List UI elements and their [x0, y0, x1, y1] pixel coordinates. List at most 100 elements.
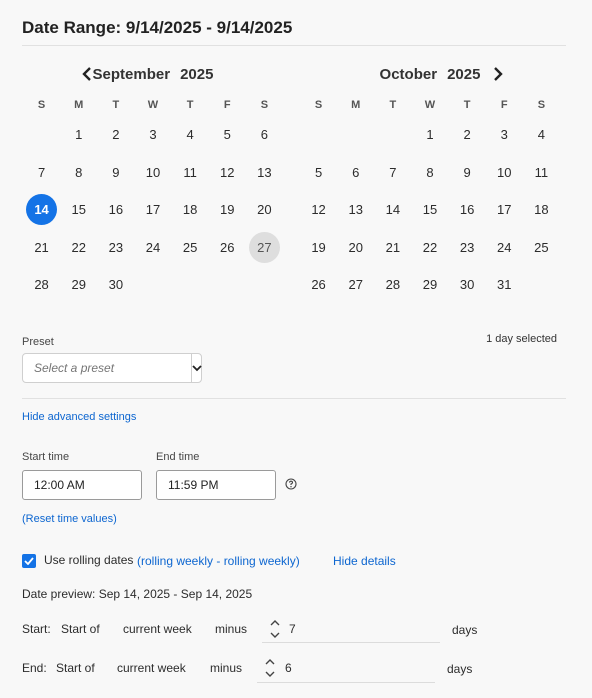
day-cell[interactable]: 7 [23, 154, 60, 192]
day-cell[interactable]: 29 [411, 266, 448, 304]
start-amount-stepper[interactable] [269, 618, 281, 640]
day-cell[interactable]: 14 [23, 191, 60, 229]
day-cell[interactable]: 26 [209, 229, 246, 267]
end-amount-input[interactable]: 6 [285, 661, 292, 675]
day-cell[interactable]: 20 [246, 191, 283, 229]
day-cell[interactable]: 1 [60, 116, 97, 154]
day-number: 2 [112, 127, 120, 143]
day-number: 22 [422, 239, 438, 255]
start-amount-input[interactable]: 7 [289, 622, 296, 636]
day-cell[interactable]: 16 [449, 191, 486, 229]
day-cell[interactable]: 18 [523, 191, 560, 229]
day-cell[interactable]: 29 [60, 266, 97, 304]
end-time-field[interactable]: 11:59 PM [156, 470, 276, 500]
end-operator-select[interactable]: minus [210, 661, 242, 675]
day-cell[interactable]: 22 [60, 229, 97, 267]
day-cell[interactable]: 13 [246, 154, 283, 192]
day-cell[interactable]: 30 [449, 266, 486, 304]
day-cell[interactable]: 24 [486, 229, 523, 267]
day-cell[interactable]: 6 [246, 116, 283, 154]
help-icon[interactable] [285, 478, 297, 490]
weekday-label: T [112, 99, 120, 111]
day-cell[interactable]: 5 [209, 116, 246, 154]
empty-day-cell [209, 266, 246, 304]
day-cell[interactable]: 9 [449, 154, 486, 192]
month-name: October [379, 65, 438, 83]
day-cell[interactable]: 23 [97, 229, 134, 267]
day-cell[interactable]: 9 [97, 154, 134, 192]
day-number: 20 [257, 202, 272, 218]
weekday-label: T [389, 99, 397, 111]
day-number: 29 [71, 277, 86, 293]
day-cell[interactable]: 4 [523, 116, 560, 154]
weekday-label: S [37, 99, 46, 111]
day-cell[interactable]: 1 [411, 116, 448, 154]
end-anchor-select[interactable]: Start of [56, 661, 95, 675]
weekday-label: T [463, 99, 471, 111]
day-cell[interactable]: 19 [209, 191, 246, 229]
start-time-field[interactable]: 12:00 AM [22, 470, 142, 500]
day-cell[interactable]: 10 [134, 154, 171, 192]
day-cell[interactable]: 24 [134, 229, 171, 267]
reset-time-values-link[interactable]: (Reset time values) [22, 513, 117, 525]
start-period-select[interactable]: current week [123, 622, 192, 636]
day-cell[interactable]: 14 [374, 191, 411, 229]
hide-details-link[interactable]: Hide details [333, 554, 396, 568]
day-cell[interactable]: 21 [374, 229, 411, 267]
day-cell[interactable]: 7 [374, 154, 411, 192]
day-cell[interactable]: 8 [411, 154, 448, 192]
day-cell[interactable]: 18 [172, 191, 209, 229]
day-number [26, 119, 57, 150]
preset-label: Preset [22, 336, 54, 348]
start-anchor-select[interactable]: Start of [61, 622, 100, 636]
rolling-summary-link[interactable]: (rolling weekly - rolling weekly) [137, 554, 300, 568]
day-cell[interactable]: 13 [337, 191, 374, 229]
day-cell[interactable]: 2 [97, 116, 134, 154]
hide-advanced-settings-link[interactable]: Hide advanced settings [22, 411, 136, 423]
start-amount-underline [262, 642, 440, 643]
day-cell[interactable]: 22 [411, 229, 448, 267]
day-number: 1 [426, 127, 434, 143]
empty-day-cell [134, 266, 171, 304]
end-period-select[interactable]: current week [117, 661, 186, 675]
day-cell[interactable]: 2 [449, 116, 486, 154]
day-cell[interactable]: 28 [374, 266, 411, 304]
day-cell[interactable]: 17 [486, 191, 523, 229]
day-cell[interactable]: 25 [172, 229, 209, 267]
day-cell[interactable]: 19 [300, 229, 337, 267]
preset-input[interactable] [23, 354, 191, 382]
day-cell[interactable]: 10 [486, 154, 523, 192]
day-cell[interactable]: 3 [134, 116, 171, 154]
day-cell[interactable]: 11 [172, 154, 209, 192]
day-cell[interactable]: 28 [23, 266, 60, 304]
day-cell[interactable]: 21 [23, 229, 60, 267]
day-cell[interactable]: 16 [97, 191, 134, 229]
day-cell[interactable]: 3 [486, 116, 523, 154]
day-cell[interactable]: 11 [523, 154, 560, 192]
day-cell[interactable]: 17 [134, 191, 171, 229]
day-number: 12 [311, 202, 326, 218]
day-cell[interactable]: 27 [337, 266, 374, 304]
day-cell[interactable]: 4 [172, 116, 209, 154]
day-cell[interactable]: 8 [60, 154, 97, 192]
chevron-right-icon[interactable] [486, 62, 510, 86]
day-cell[interactable]: 12 [300, 191, 337, 229]
chevron-left-icon[interactable] [75, 62, 99, 86]
day-cell[interactable]: 15 [411, 191, 448, 229]
day-cell[interactable]: 26 [300, 266, 337, 304]
day-cell[interactable]: 27 [246, 229, 283, 267]
use-rolling-dates-checkbox[interactable] [22, 554, 36, 568]
day-cell[interactable]: 6 [337, 154, 374, 192]
preset-dropdown-button[interactable] [191, 354, 202, 382]
day-cell[interactable]: 25 [523, 229, 560, 267]
day-cell[interactable]: 5 [300, 154, 337, 192]
day-cell[interactable]: 15 [60, 191, 97, 229]
day-cell[interactable]: 31 [486, 266, 523, 304]
day-cell[interactable]: 12 [209, 154, 246, 192]
day-cell[interactable]: 20 [337, 229, 374, 267]
day-number: 22 [71, 239, 86, 255]
end-amount-stepper[interactable] [264, 657, 276, 679]
day-cell[interactable]: 30 [97, 266, 134, 304]
start-operator-select[interactable]: minus [215, 622, 247, 636]
day-cell[interactable]: 23 [449, 229, 486, 267]
